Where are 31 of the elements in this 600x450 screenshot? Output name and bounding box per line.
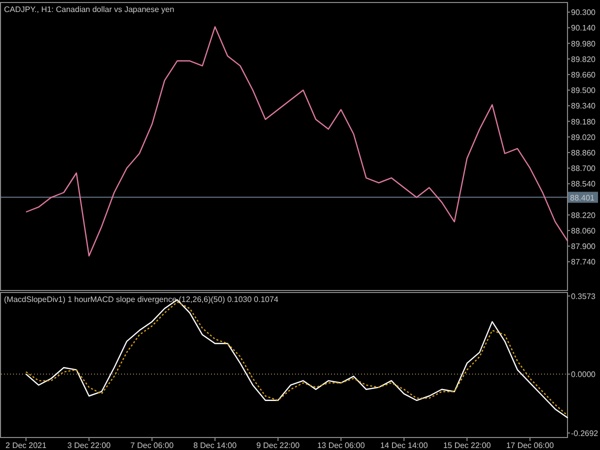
axis-label: 89.820 bbox=[571, 54, 596, 64]
axis-label: 88.700 bbox=[571, 164, 596, 174]
axis-label: 89.340 bbox=[571, 102, 596, 111]
chart-title: (MacdSlopeDiv1) 1 hourMACD slope divergence (12,26,6)(50) 0.1030 0.1074 bbox=[4, 295, 278, 304]
axis-label: 89.500 bbox=[571, 86, 596, 96]
axis-label: 89.180 bbox=[571, 117, 596, 126]
axis-label: 88.060 bbox=[571, 226, 596, 236]
axis-label: 14 Dec 14:00 bbox=[380, 441, 428, 450]
axis-label: 90.300 bbox=[571, 8, 596, 18]
axis-label: 89.660 bbox=[571, 70, 596, 80]
axis-label: 7 Dec 06:00 bbox=[130, 441, 174, 450]
axis-label: 13 Dec 06:00 bbox=[317, 441, 365, 450]
axis-label: 88.540 bbox=[571, 180, 596, 189]
axis-label: 0.0000 bbox=[571, 370, 596, 380]
axis-label: -0.2692 bbox=[571, 429, 598, 438]
axis-label: 15 Dec 22:00 bbox=[443, 441, 491, 450]
axis-label: 90.140 bbox=[571, 24, 596, 33]
axis-label: 87.900 bbox=[571, 242, 596, 252]
price-label: 88.401 bbox=[570, 193, 594, 202]
chart-title: CADJPY., H1: Canadian dollar vs Japanese yen bbox=[4, 5, 174, 14]
axis-label: 88.860 bbox=[571, 148, 596, 158]
axis-label: 17 Dec 06:00 bbox=[506, 441, 554, 450]
axis-label: 3 Dec 22:00 bbox=[67, 441, 111, 450]
axis-label: 8 Dec 14:00 bbox=[193, 441, 237, 450]
axis-label: 9 Dec 22:00 bbox=[256, 441, 300, 450]
axis-label: 87.740 bbox=[571, 258, 596, 267]
axis-label: 88.220 bbox=[571, 210, 596, 220]
axis-label: 89.020 bbox=[571, 132, 596, 142]
axis-label: 2 Dec 2021 bbox=[6, 441, 46, 450]
axis-label: 89.980 bbox=[571, 39, 596, 48]
axis-label: 0.3573 bbox=[571, 292, 596, 301]
